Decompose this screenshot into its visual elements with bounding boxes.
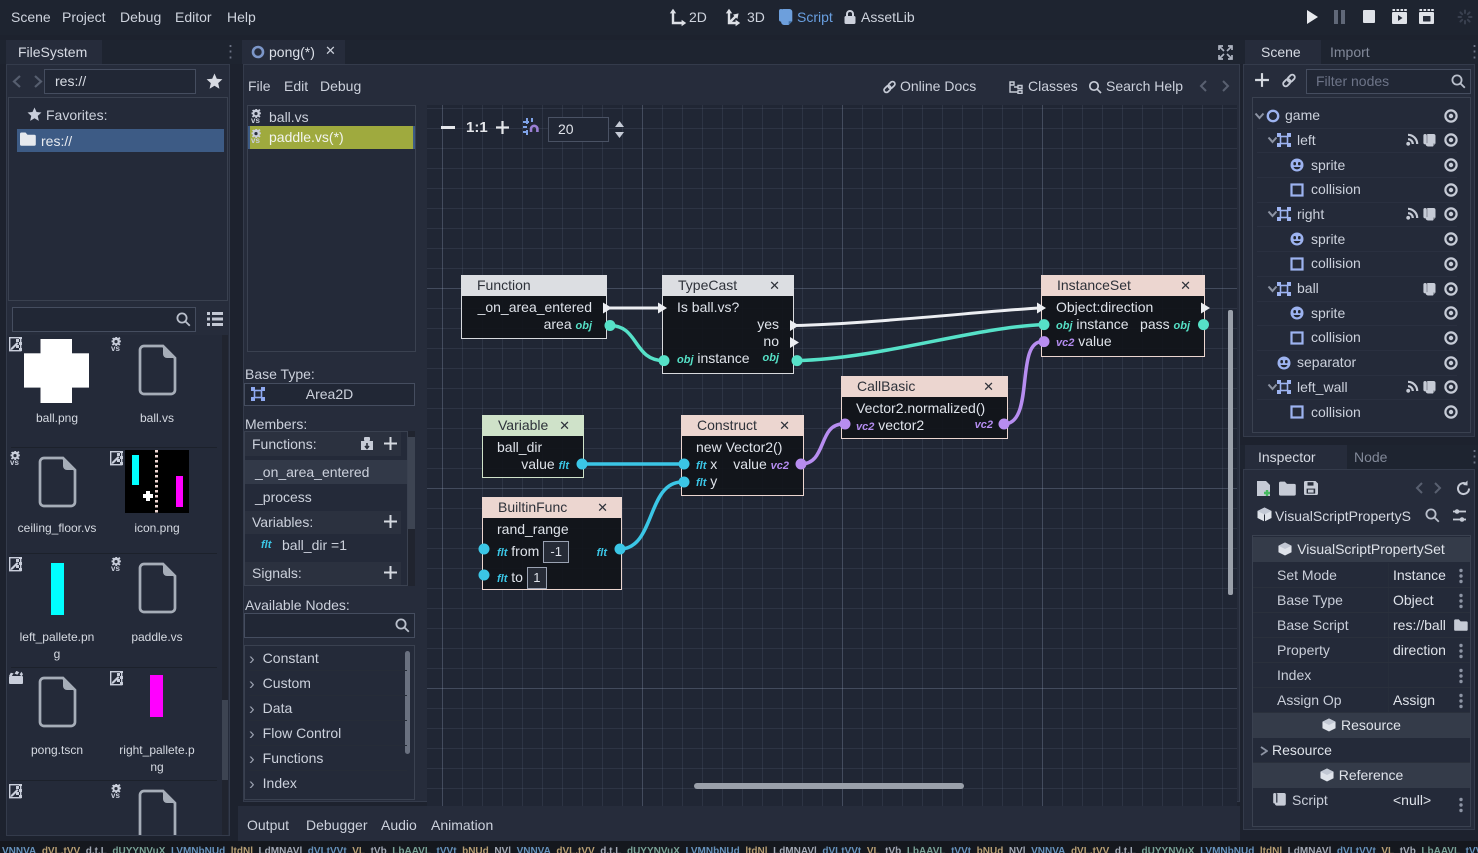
svg-text:vs: vs — [111, 344, 120, 352]
svg-text:vs: vs — [111, 791, 120, 799]
svg-text:vs: vs — [10, 458, 19, 466]
svg-text:vs: vs — [111, 564, 120, 572]
svg-text:vs: vs — [251, 116, 260, 124]
svg-text:vs: vs — [251, 136, 260, 144]
